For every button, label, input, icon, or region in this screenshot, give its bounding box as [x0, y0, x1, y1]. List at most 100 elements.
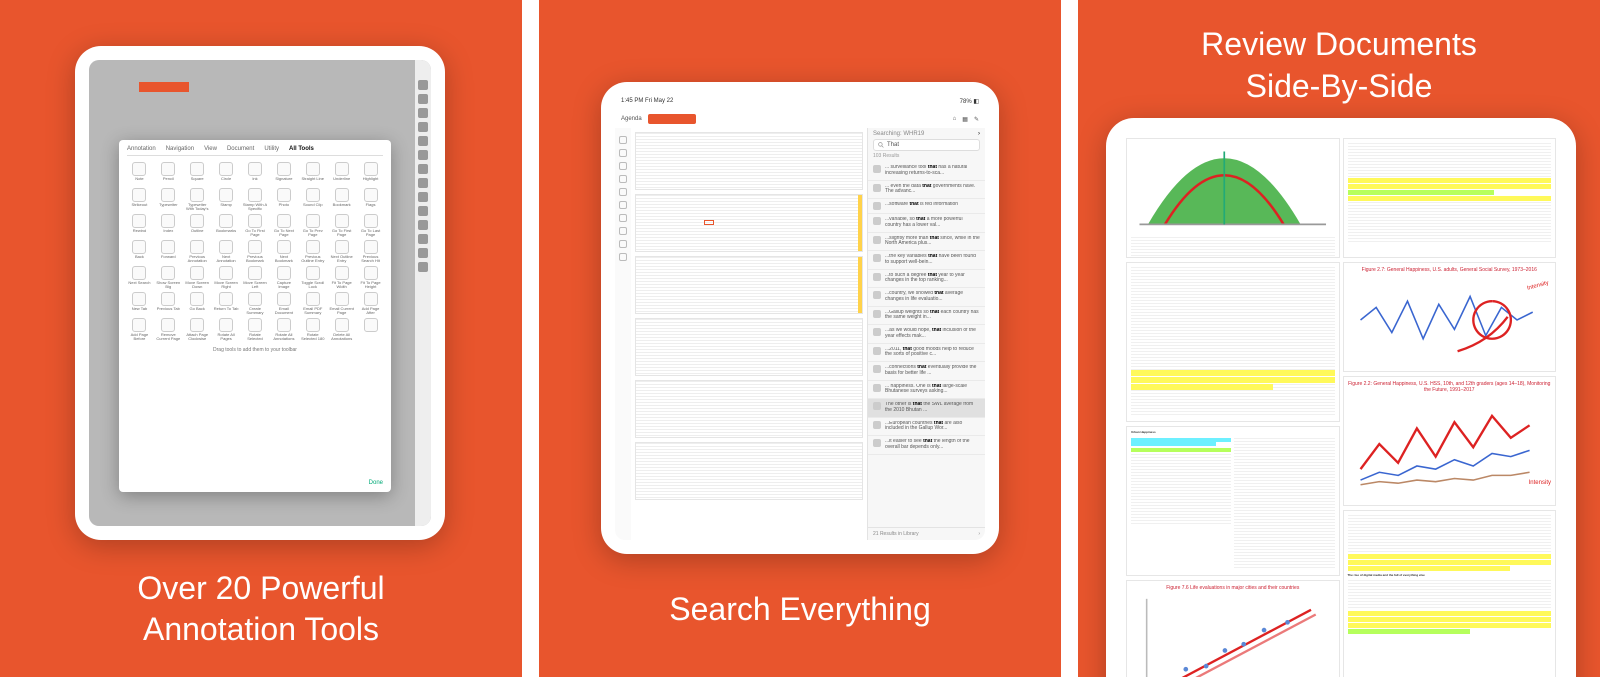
tool-item[interactable]: Rotate Selected	[243, 318, 268, 341]
tool-item[interactable]: New Tab	[127, 292, 152, 315]
search-result[interactable]: ...European countries that are also incl…	[868, 418, 985, 437]
tool-item[interactable]: Straight Line	[300, 162, 325, 185]
tool-item[interactable]: Rotate All Annotations	[271, 318, 296, 341]
tool-icon[interactable]	[619, 188, 627, 196]
tool-icon[interactable]	[619, 162, 627, 170]
tool-item[interactable]: Bookmarks	[214, 214, 239, 237]
tool-item[interactable]: Go Back	[185, 292, 210, 315]
tool-item[interactable]: Next Outline Entry	[329, 240, 354, 263]
page-thumb[interactable]	[635, 194, 863, 252]
tool-item[interactable]: Index	[156, 214, 181, 237]
tool-item[interactable]: Email Document	[271, 292, 296, 315]
tab-navigation[interactable]: Navigation	[166, 146, 194, 152]
tool-item[interactable]: Rewind	[127, 214, 152, 237]
tool-item[interactable]: Add Page Before	[127, 318, 152, 341]
page[interactable]	[1126, 262, 1340, 422]
tool-item[interactable]: Capture Image	[271, 266, 296, 289]
tab-view[interactable]: View	[204, 146, 217, 152]
tool-item[interactable]: Create Summary Document	[243, 292, 268, 315]
doc-left[interactable]: Urban Happiness Figure 7.6 Life evaluati…	[1126, 138, 1340, 677]
tool-icon[interactable]	[619, 136, 627, 144]
tool-item[interactable]: Next Bookmark	[271, 240, 296, 263]
tab-annotation[interactable]: Annotation	[127, 146, 156, 152]
page[interactable]: Figure 2.7: General Happiness, U.S. adul…	[1343, 262, 1557, 372]
tab-document[interactable]: Document	[227, 146, 254, 152]
page[interactable]: The rise of digital media and the fall o…	[1343, 510, 1557, 677]
tool-item[interactable]: Show Screen Big	[156, 266, 181, 289]
tool-icon[interactable]	[619, 214, 627, 222]
page-thumb[interactable]	[635, 256, 863, 314]
search-result[interactable]: ...the key variables that have been foun…	[868, 251, 985, 270]
tool-item[interactable]: Move Screen Down	[185, 266, 210, 289]
search-result[interactable]: ...Gallup weights so that each country h…	[868, 307, 985, 326]
tool-item[interactable]: Toggle Scroll Lock	[300, 266, 325, 289]
search-result[interactable]: ...variable, so that a more powerful cou…	[868, 214, 985, 233]
tool-item[interactable]: Previous Bookmark	[243, 240, 268, 263]
tool-item[interactable]: Typewriter With Today's Date	[185, 188, 210, 211]
search-result[interactable]: ...to such a degree that year to year ch…	[868, 270, 985, 289]
tool-item[interactable]: Next Annotation	[214, 240, 239, 263]
tab-utility[interactable]: Utility	[264, 146, 279, 152]
agenda-label[interactable]: Agenda	[621, 116, 642, 122]
tool-item[interactable]: Square	[185, 162, 210, 185]
document-view[interactable]	[631, 128, 867, 540]
tool-item[interactable]: Fit To Page Width	[329, 266, 354, 289]
tool-item[interactable]: Go To Next Page	[271, 214, 296, 237]
tool-item[interactable]: Attach Page Clockwise	[185, 318, 210, 341]
search-result[interactable]: ...it easier to see that the length of t…	[868, 436, 985, 455]
tool-icon[interactable]	[619, 201, 627, 209]
tool-icon[interactable]	[619, 253, 627, 261]
library-results-footer[interactable]: 21 Results in Library ›	[868, 527, 985, 540]
tool-item[interactable]: Move Screen Right	[214, 266, 239, 289]
search-result[interactable]: ... surveillance tool that has a natural…	[868, 162, 985, 181]
edit-icon[interactable]: ✎	[974, 116, 979, 123]
tool-item[interactable]: Go To First Page	[329, 214, 354, 237]
tool-item[interactable]: Sound Clip	[300, 188, 325, 211]
tool-item[interactable]: Go To Last Page	[358, 214, 383, 237]
search-result[interactable]: ...software that is fed information	[868, 199, 985, 214]
tool-item[interactable]: Pencil	[156, 162, 181, 185]
page[interactable]	[1343, 138, 1557, 258]
search-result[interactable]: The other is that the SWL average from t…	[868, 399, 985, 418]
page-thumb[interactable]	[635, 132, 863, 190]
page[interactable]: Figure 2.2: General Happiness, U.S. HSS,…	[1343, 376, 1557, 506]
search-result[interactable]: ...2011, that good moods help to reduce …	[868, 344, 985, 363]
tool-item[interactable]: Return To Tab	[214, 292, 239, 315]
tool-item[interactable]: Outline	[185, 214, 210, 237]
tool-item[interactable]: Bookmark	[329, 188, 354, 211]
tool-item[interactable]: Remove Current Page	[156, 318, 181, 341]
tool-item[interactable]: Add Page After	[358, 292, 383, 315]
tool-icon[interactable]	[619, 240, 627, 248]
search-result[interactable]: ... even the data that governments have.…	[868, 181, 985, 200]
search-result[interactable]: ... happiness. One is that large-scale B…	[868, 381, 985, 400]
tool-item[interactable]: Previous Search Hit	[358, 240, 383, 263]
search-result[interactable]: ...as we would hope, that inclusion of t…	[868, 325, 985, 344]
tool-item[interactable]: Underline	[329, 162, 354, 185]
tool-icon[interactable]	[619, 227, 627, 235]
tool-item[interactable]: Circle	[214, 162, 239, 185]
page[interactable]: Figure 7.6 Life evaluations in major cit…	[1126, 580, 1340, 677]
tool-item[interactable]: Next Search	[127, 266, 152, 289]
tool-item[interactable]: Back	[127, 240, 152, 263]
tool-item[interactable]: Forward	[156, 240, 181, 263]
search-input[interactable]: That	[873, 139, 980, 151]
page[interactable]	[1126, 138, 1340, 258]
page-thumb[interactable]	[635, 318, 863, 376]
tool-item[interactable]: Email Current Page	[329, 292, 354, 315]
tool-item[interactable]: Previous Annotation	[185, 240, 210, 263]
tool-item[interactable]: Ink	[243, 162, 268, 185]
doc-right[interactable]: Figure 2.7: General Happiness, U.S. adul…	[1343, 138, 1557, 677]
tool-item[interactable]: Email PDF Summary	[300, 292, 325, 315]
tool-item[interactable]: Signature	[271, 162, 296, 185]
page[interactable]: Urban Happiness	[1126, 426, 1340, 576]
tool-item[interactable]: Go To Prev Page	[300, 214, 325, 237]
page-thumb[interactable]	[635, 380, 863, 438]
tool-item[interactable]: Previous Outline Entry	[300, 240, 325, 263]
tool-item[interactable]: Stamp With A Specific Image	[243, 188, 268, 211]
tool-item[interactable]: Flags	[358, 188, 383, 211]
tool-item[interactable]: Typewriter	[156, 188, 181, 211]
tool-icon[interactable]	[619, 175, 627, 183]
tool-item[interactable]: Fit To Page Height	[358, 266, 383, 289]
tool-icon[interactable]	[619, 149, 627, 157]
tool-item[interactable]: Rotate Selected 180 Degrees	[300, 318, 325, 341]
